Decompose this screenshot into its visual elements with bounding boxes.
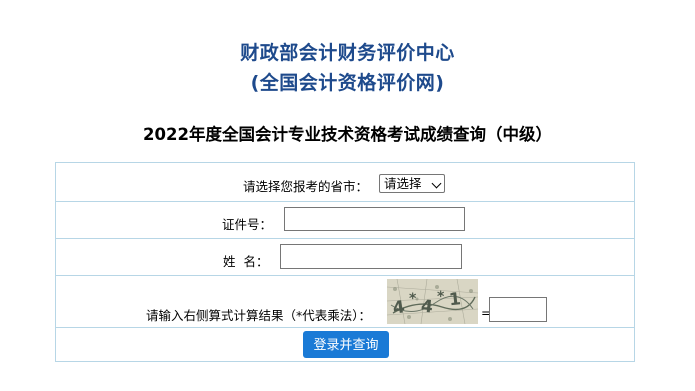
site-title: 财政部会计财务评价中心	[240, 42, 455, 64]
id-row: 证件号：	[56, 202, 634, 239]
chevron-down-icon	[431, 178, 442, 189]
name-label: 姓 名：	[223, 254, 269, 269]
captcha-answer-input[interactable]	[489, 297, 547, 322]
id-label: 证件号：	[222, 217, 273, 232]
name-row: 姓 名：	[56, 239, 634, 276]
svg-text:1: 1	[448, 289, 462, 310]
name-input[interactable]	[280, 244, 462, 269]
svg-text:4: 4	[420, 296, 434, 317]
svg-text:*: *	[437, 289, 445, 305]
captcha-label: 请输入右侧算式计算结果（*代表乘法）：	[146, 308, 372, 323]
site-subtitle: (全国会计资格评价网)	[250, 72, 445, 94]
submit-row: 登录并查询	[56, 328, 634, 361]
province-row: 请选择您报考的省市： 请选择	[56, 163, 634, 202]
id-number-input[interactable]	[284, 207, 465, 231]
svg-text:*: *	[409, 291, 417, 307]
query-form: 请选择您报考的省市： 请选择 证件号： 姓 名： 请输入右侧算式计算结果（*代表…	[55, 162, 635, 362]
page-title: 2022年度全国会计专业技术资格考试成绩查询（中级）	[143, 125, 552, 144]
province-label: 请选择您报考的省市：	[243, 179, 369, 194]
province-select[interactable]: 请选择	[379, 174, 445, 193]
captcha-row: 请输入右侧算式计算结果（*代表乘法）： 4 * 4 * 1 =	[56, 276, 634, 328]
captcha-image[interactable]: 4 * 4 * 1	[387, 279, 478, 324]
province-select-value: 请选择	[384, 176, 422, 191]
login-query-button[interactable]: 登录并查询	[303, 331, 389, 358]
